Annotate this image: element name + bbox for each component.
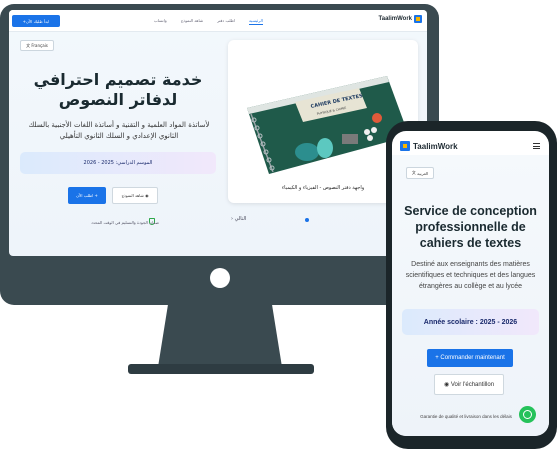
monitor-base (128, 364, 314, 374)
nav-link-whatsapp[interactable]: واتساب (154, 18, 167, 25)
monitor-stand (158, 305, 282, 367)
monitor-logo-dot (210, 268, 230, 288)
nav-cta-label: ابدأ طلبك الآن (25, 18, 50, 24)
mobile-language-button[interactable]: 文 العربية (406, 167, 434, 179)
nav-link-order[interactable]: اطلب دفتر (217, 18, 235, 25)
hero-title: خدمة تصميم احترافي لدفاتر النصوص (33, 70, 203, 109)
hamburger-menu-icon[interactable] (533, 143, 540, 149)
guarantee-text: ضمان الجودة والتسليم في الوقت المحدد (91, 220, 159, 225)
mobile-logo[interactable]: TaalimWork (400, 141, 458, 151)
nav-links: واتساب شاهد النموذج اطلب دفتر الرئيسية (154, 18, 263, 25)
view-sample-label: شاهد النموذج (121, 193, 144, 198)
language-switch-button[interactable]: 文 Français (20, 40, 54, 51)
mobile-year-badge: Année scolaire : 2025 - 2026 (402, 309, 539, 335)
desktop-screen: + ابدأ طلبك الآن واتساب شاهد النموذج اطل… (9, 10, 427, 256)
desktop-logo[interactable]: TaalimWork (379, 15, 422, 23)
nav-link-sample[interactable]: شاهد النموذج (181, 18, 203, 25)
chevron-left-icon: ‹ (231, 216, 233, 222)
language-label: Français (31, 43, 48, 48)
notebook-cover-image: CAHIER DE TEXTES PHYSIQUE & CHIMIE (247, 76, 409, 174)
book-logo-icon (400, 141, 410, 151)
mobile-hero-title: Service de conception professionnelle de… (404, 204, 537, 250)
order-now-label: اطلب الآن (76, 193, 94, 198)
nav-link-home[interactable]: الرئيسية (249, 18, 263, 25)
season-badge: الموسم الدراسي: 2025 - 2026 (20, 152, 216, 174)
eye-icon: ◉ (145, 193, 149, 198)
translate-icon: 文 (411, 170, 416, 175)
order-now-button[interactable]: اطلب الآن + (68, 187, 106, 204)
devices-mockup: + ابدأ طلبك الآن واتساب شاهد النموذج اطل… (0, 0, 557, 449)
hero-subtitle: لأساتذة المواد العلمية و التقنية و أساتذ… (28, 121, 210, 140)
plus-icon: + (435, 355, 439, 361)
mobile-hero-subtitle: Destiné aux enseignants des matières sci… (405, 261, 536, 290)
next-label: التالي (234, 216, 247, 222)
translate-icon: 文 (26, 42, 31, 48)
mobile-logo-text: TaalimWork (413, 141, 458, 151)
carousel-next[interactable]: التالي ‹ (231, 216, 246, 222)
mobile-guarantee-text: Garantie de qualité et livraison dans le… (420, 414, 512, 419)
mobile-sample-label: Voir l'échantillon (450, 381, 495, 388)
desktop-navbar: + ابدأ طلبك الآن واتساب شاهد النموذج اطل… (9, 10, 427, 32)
mobile-sample-button[interactable]: ◉ Voir l'échantillon (434, 374, 504, 395)
nav-cta-button[interactable]: + ابدأ طلبك الآن (12, 15, 60, 27)
mobile-order-label: Commander maintenant (440, 355, 505, 361)
logo-text: TaalimWork (378, 16, 412, 22)
mobile-screen: TaalimWork 文 العربية Service de concepti… (392, 131, 549, 436)
mobile-language-label: العربية (417, 170, 429, 176)
mobile-order-button[interactable]: + Commander maintenant (427, 349, 513, 367)
eye-icon: ◉ (443, 382, 450, 388)
book-logo-icon (414, 15, 422, 23)
carousel-dot[interactable] (305, 218, 309, 222)
whatsapp-icon[interactable] (519, 406, 536, 423)
view-sample-button[interactable]: شاهد النموذج ◉ (112, 187, 158, 204)
